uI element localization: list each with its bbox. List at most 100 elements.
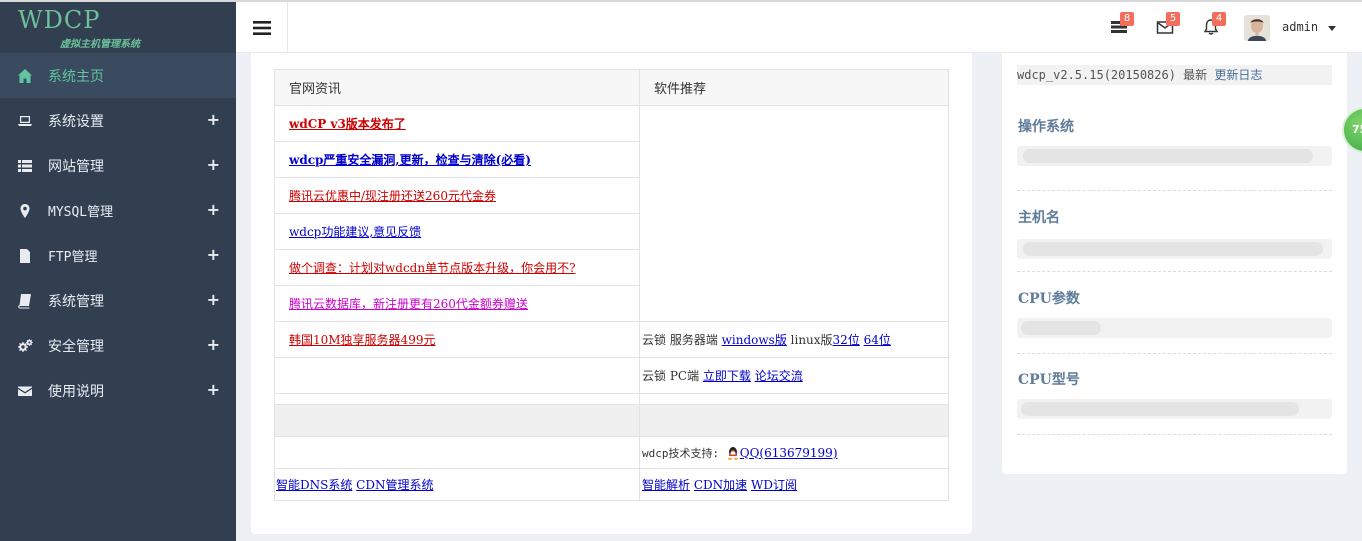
messages-badge: 5: [1166, 12, 1180, 26]
yunsuo-pc-label: 云锁 PC端: [642, 369, 703, 383]
expand-plus-icon[interactable]: +: [207, 380, 220, 399]
sidebar-item-label: 系统设置: [48, 113, 104, 130]
news-link-tencent-cloud[interactable]: 腾讯云优惠中/现注册还送260元代金券: [289, 189, 496, 203]
table-header-row: 官网资讯 软件推荐: [274, 69, 949, 106]
divider: [1017, 190, 1332, 191]
main-content-panel: 官网资讯 软件推荐 wdCP v3版本发布了 wdcp严重安全漏洞,更新，检查与…: [251, 53, 972, 534]
news-link-security[interactable]: wdcp严重安全漏洞,更新，检查与清除(必看): [289, 153, 531, 167]
divider: [1017, 353, 1332, 354]
expand-plus-icon[interactable]: +: [207, 290, 220, 309]
table-cell-empty: [274, 357, 640, 394]
home-icon: [16, 67, 34, 85]
table-cell-empty: [274, 393, 640, 405]
cdn-speed-link[interactable]: CDN加速: [694, 478, 747, 492]
sidebar-item-system-management[interactable]: 系统管理 +: [0, 278, 236, 323]
expand-plus-icon[interactable]: +: [207, 335, 220, 354]
table-cell: wdcp功能建议,意见反馈: [274, 213, 640, 250]
news-link-tencent-db[interactable]: 腾讯云数据库，新注册更有260代金额券赠送: [289, 297, 528, 311]
hostname-value-bar: [1017, 239, 1332, 259]
sidebar-item-security[interactable]: 安全管理 +: [0, 323, 236, 368]
book-icon: [16, 292, 34, 310]
table-cell-empty: [639, 393, 949, 405]
redacted-value: [1021, 402, 1299, 416]
expand-plus-icon[interactable]: +: [207, 245, 220, 264]
brand-logo[interactable]: WDCP 虚拟主机管理系统: [0, 0, 236, 53]
map-marker-icon: [16, 202, 34, 220]
top-navbar: 8 5 4 admin: [236, 0, 1362, 53]
table-cell: wdcp严重安全漏洞,更新，检查与清除(必看): [274, 141, 640, 178]
table-cell: 云锁 服务器端 windows版 linux版32位 64位: [639, 321, 949, 358]
divider: [1017, 271, 1332, 272]
user-name[interactable]: admin: [1282, 20, 1318, 34]
table-row: 智能DNS系统 CDN管理系统 智能解析 CDN加速 WD订阅: [274, 468, 949, 501]
user-avatar-icon: [1244, 15, 1270, 41]
table-row-spacer: [274, 393, 949, 405]
cogs-icon: [16, 337, 34, 355]
expand-plus-icon[interactable]: +: [207, 155, 220, 174]
news-link-feedback[interactable]: wdcp功能建议,意见反馈: [289, 225, 421, 239]
tasks-button[interactable]: 8: [1110, 12, 1134, 38]
yunsuo-linux64-link[interactable]: 64位: [864, 333, 891, 347]
dns-system-link[interactable]: 智能DNS系统: [276, 478, 352, 492]
yunsuo-linux-label: linux版: [786, 333, 833, 347]
yunsuo-forum-link[interactable]: 论坛交流: [755, 369, 803, 383]
brand-subtitle: 虚拟主机管理系统: [60, 39, 140, 50]
table-row: 云锁 PC端 立即下载 论坛交流: [274, 357, 949, 394]
file-icon: [16, 247, 34, 265]
sidebar-item-system-settings[interactable]: 系统设置 +: [0, 98, 236, 143]
sidebar-item-label: 安全管理: [48, 338, 104, 355]
table-cell: wdcp技术支持: QQ(613679199): [639, 436, 949, 469]
sidebar-item-label: 使用说明: [48, 383, 104, 400]
support-label: wdcp技术支持:: [642, 446, 726, 460]
qq-penguin-icon: [726, 446, 740, 460]
yunsuo-download-link[interactable]: 立即下载: [703, 369, 751, 383]
sidebar-item-label: 系统主页: [48, 68, 104, 85]
version-row: wdcp_v2.5.15(20150826) 最新 更新日志: [1017, 65, 1332, 85]
table-cell-empty: [274, 404, 640, 437]
cpu-model-label: CPU型号: [1018, 372, 1080, 388]
news-link-v3[interactable]: wdCP v3版本发布了: [289, 117, 406, 131]
expand-plus-icon[interactable]: +: [207, 200, 220, 219]
system-info-panel: wdcp_v2.5.15(20150826) 最新 更新日志 操作系统 主机名 …: [1002, 53, 1347, 474]
messages-button[interactable]: 5: [1156, 12, 1180, 38]
sidebar-item-label: FTP管理: [48, 250, 98, 265]
os-label: 操作系统: [1018, 119, 1074, 135]
avatar[interactable]: [1244, 15, 1270, 41]
table-cell: wdCP v3版本发布了: [274, 105, 640, 142]
cdn-system-link[interactable]: CDN管理系统: [356, 478, 433, 492]
hamburger-icon: [252, 20, 271, 35]
yunsuo-windows-link[interactable]: windows版: [722, 333, 787, 347]
tasks-badge: 8: [1120, 12, 1134, 26]
divider: [1017, 434, 1332, 435]
expand-plus-icon[interactable]: +: [207, 110, 220, 129]
table-row: wdCP v3版本发布了: [274, 105, 949, 322]
news-link-korea-server[interactable]: 韩国10M独享服务器499元: [289, 333, 435, 347]
notifications-button[interactable]: 4: [1202, 12, 1226, 38]
user-dropdown-caret-icon[interactable]: [1328, 26, 1336, 31]
qq-support-link[interactable]: QQ(613679199): [740, 446, 838, 460]
yunsuo-linux32-link[interactable]: 32位: [833, 333, 860, 347]
sidebar-item-usage-guide[interactable]: 使用说明 +: [0, 368, 236, 413]
table-cell: 做个调查：计划对wdcdn单节点版本升级，你会用不?: [274, 249, 640, 286]
sidebar-item-home[interactable]: 系统主页: [0, 53, 236, 98]
update-log-link[interactable]: 更新日志: [1214, 68, 1262, 82]
yunsuo-server-label: 云锁 服务器端: [642, 333, 722, 347]
news-link-survey[interactable]: 做个调查：计划对wdcdn单节点版本升级，你会用不?: [289, 261, 576, 275]
wd-subscribe-link[interactable]: WD订阅: [751, 478, 797, 492]
menu-toggle-button[interactable]: [236, 2, 288, 53]
envelope-icon: [16, 382, 34, 400]
table-cell: 腾讯云优惠中/现注册还送260元代金券: [274, 177, 640, 214]
smart-resolve-link[interactable]: 智能解析: [642, 478, 690, 492]
sidebar-item-ftp[interactable]: FTP管理 +: [0, 233, 236, 278]
sidebar-menu: 系统主页 系统设置 + 网站管理 + MYSQL管理 + FTP管理 + 系统管…: [0, 53, 236, 413]
hostname-label: 主机名: [1018, 210, 1060, 226]
news-header: 官网资讯: [274, 69, 640, 106]
table-cell: 云锁 PC端 立即下载 论坛交流: [639, 357, 949, 394]
cpu-param-value-bar: [1017, 318, 1332, 338]
sidebar-item-mysql[interactable]: MYSQL管理 +: [0, 188, 236, 233]
version-text: wdcp_v2.5.15(20150826) 最新: [1017, 68, 1215, 82]
table-cell: 韩国10M独享服务器499元: [274, 321, 640, 358]
sidebar: WDCP 虚拟主机管理系统 系统主页 系统设置 + 网站管理 + MYSQL管理…: [0, 0, 236, 541]
redacted-value: [1021, 321, 1101, 335]
sidebar-item-site-management[interactable]: 网站管理 +: [0, 143, 236, 188]
